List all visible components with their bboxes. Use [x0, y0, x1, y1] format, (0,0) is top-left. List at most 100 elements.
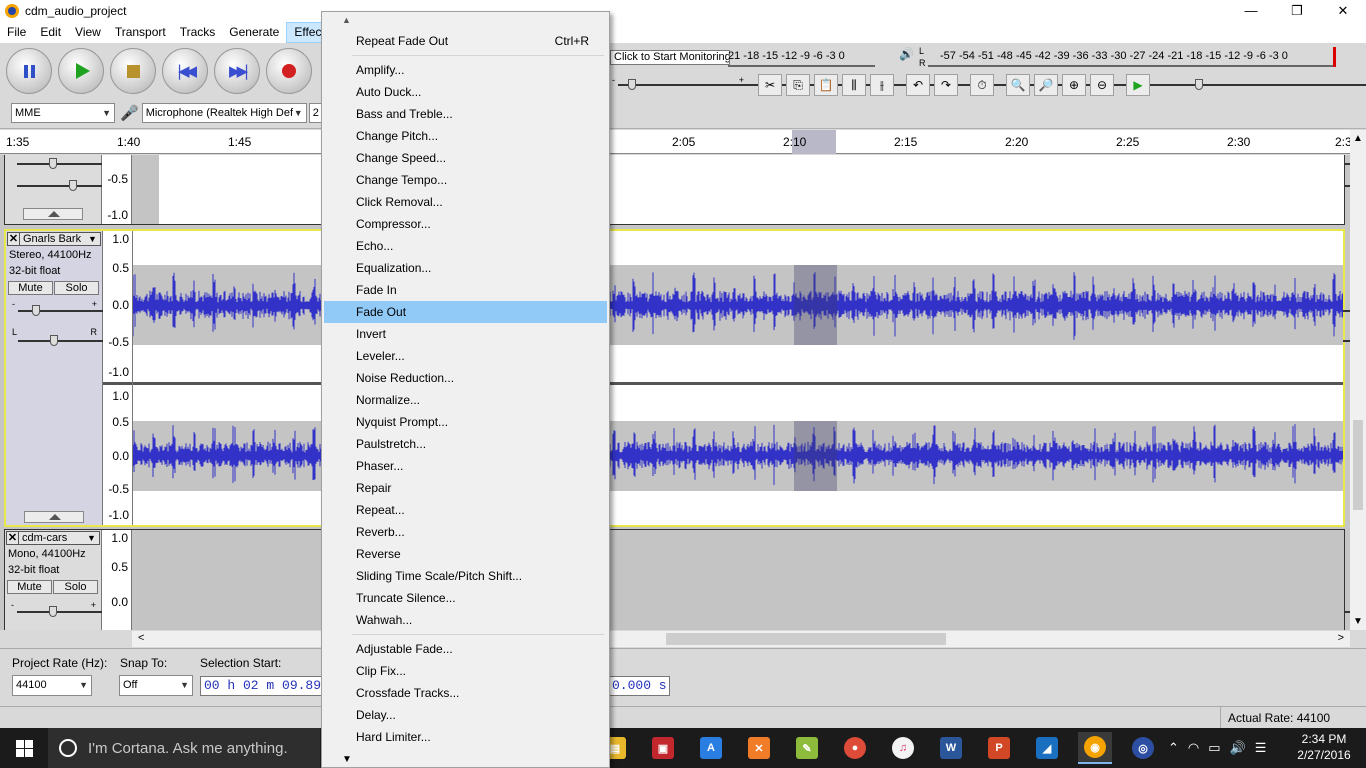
close-button[interactable]: ✕	[1320, 0, 1366, 22]
menu-item-repeat[interactable]: Repeat...	[324, 499, 607, 521]
slider-thumb[interactable]	[49, 606, 57, 617]
menu-file[interactable]: File	[0, 22, 33, 43]
scrollbar-thumb[interactable]	[666, 633, 946, 645]
solo-button[interactable]: Solo	[54, 281, 99, 295]
app-store-icon[interactable]: A	[694, 732, 728, 764]
menu-item-phaser[interactable]: Phaser...	[324, 455, 607, 477]
pause-button[interactable]	[6, 48, 52, 94]
powerpoint-icon[interactable]: P	[982, 732, 1016, 764]
track-name-button[interactable]: ✕ cdm-cars ▼	[6, 531, 100, 545]
scroll-left-icon[interactable]: <	[138, 632, 144, 644]
menu-item-change-speed[interactable]: Change Speed...	[324, 147, 607, 169]
menu-item-delay[interactable]: Delay...	[324, 704, 607, 726]
vpn-icon[interactable]: ◎	[1126, 732, 1160, 764]
selection-start-field[interactable]: 00 h 02 m 09.89	[200, 676, 322, 696]
scroll-up-icon[interactable]: ▲	[1353, 133, 1363, 144]
gain-slider[interactable]: - +	[12, 299, 1350, 317]
close-track-icon[interactable]: ✕	[7, 532, 19, 544]
zoom-in-icon[interactable]: 🔍	[1006, 74, 1030, 96]
menu-transport[interactable]: Transport	[108, 22, 173, 43]
mute-button[interactable]: Mute	[8, 281, 53, 295]
menu-generate[interactable]: Generate	[222, 22, 286, 43]
menu-item-amplify[interactable]: Amplify...	[324, 59, 607, 81]
menu-item-repair[interactable]: Repair	[324, 477, 607, 499]
gain-slider[interactable]: - +	[11, 600, 1350, 618]
menu-item-nyquist-prompt[interactable]: Nyquist Prompt...	[324, 411, 607, 433]
slider-thumb[interactable]	[69, 180, 77, 191]
menu-item-echo[interactable]: Echo...	[324, 235, 607, 257]
menu-item-equalization[interactable]: Equalization...	[324, 257, 607, 279]
menu-item-hard-limiter[interactable]: Hard Limiter...	[324, 726, 607, 748]
itunes-icon[interactable]: ♫	[886, 732, 920, 764]
scroll-right-icon[interactable]: >	[1338, 632, 1344, 644]
menu-item-repeat-fade-out[interactable]: Repeat Fade Out Ctrl+R	[324, 30, 607, 52]
horizontal-scrollbar[interactable]: < >	[132, 631, 1350, 647]
play-button[interactable]	[58, 48, 104, 94]
battery-icon[interactable]: ▭	[1208, 740, 1220, 756]
gain-slider[interactable]	[17, 158, 1350, 170]
collapse-track-button[interactable]	[24, 511, 84, 523]
menu-item-adjustable-fade[interactable]: Adjustable Fade...	[324, 638, 607, 660]
fit-selection-icon[interactable]: ⊕	[1062, 74, 1086, 96]
menu-item-sliding-time-scale-pitch-shift[interactable]: Sliding Time Scale/Pitch Shift...	[324, 565, 607, 587]
waveform-area[interactable]	[132, 155, 1344, 224]
wifi-icon[interactable]: ◠	[1188, 740, 1199, 756]
shark-app-icon[interactable]: ◢	[1030, 732, 1064, 764]
slider-thumb[interactable]	[50, 335, 58, 346]
restore-button[interactable]: ❐	[1274, 0, 1320, 22]
record-button[interactable]	[266, 48, 312, 94]
scrollbar-thumb[interactable]	[1353, 420, 1363, 510]
chevron-up-icon[interactable]: ⌃	[1168, 740, 1179, 756]
mute-button[interactable]: Mute	[7, 580, 52, 594]
cut-icon[interactable]: ✂	[758, 74, 782, 96]
undo-icon[interactable]: ↶	[906, 74, 930, 96]
menu-item-change-tempo[interactable]: Change Tempo...	[324, 169, 607, 191]
recording-device-select[interactable]: Microphone (Realtek High Def ▼	[141, 103, 307, 123]
start-button[interactable]	[0, 728, 48, 768]
solo-button[interactable]: Solo	[53, 580, 98, 594]
volume-icon[interactable]: 🔊	[1230, 740, 1246, 756]
xampp-icon[interactable]: ✕	[742, 732, 776, 764]
track-cdm-cars[interactable]: ✕ cdm-cars ▼ Mono, 44100Hz 32-bit float …	[4, 529, 1350, 630]
paste-icon[interactable]: 📋	[814, 74, 838, 96]
menu-view[interactable]: View	[68, 22, 108, 43]
menu-item-invert[interactable]: Invert	[324, 323, 607, 345]
menu-item-leveler[interactable]: Leveler...	[324, 345, 607, 367]
waveform-area[interactable]	[133, 231, 1343, 525]
menu-item-fade-in[interactable]: Fade In	[324, 279, 607, 301]
menu-edit[interactable]: Edit	[33, 22, 68, 43]
trim-icon[interactable]: ⫼	[842, 74, 866, 96]
menu-tracks[interactable]: Tracks	[173, 22, 223, 43]
menu-item-noise-reduction[interactable]: Noise Reduction...	[324, 367, 607, 389]
recording-volume-slider[interactable]: - +	[612, 75, 1366, 91]
menu-item-fade-out[interactable]: Fade Out	[324, 301, 607, 323]
waveform-area[interactable]	[132, 530, 1344, 630]
scroll-down-icon[interactable]: ▼	[1353, 616, 1363, 627]
play-at-speed-slider[interactable]	[1170, 79, 1366, 91]
menu-item-normalize[interactable]: Normalize...	[324, 389, 607, 411]
minimize-button[interactable]: —	[1228, 0, 1274, 22]
menu-item-paulstretch[interactable]: Paulstretch...	[324, 433, 607, 455]
menu-item-clip-fix[interactable]: Clip Fix...	[324, 660, 607, 682]
skip-to-end-button[interactable]: ▶▶|	[214, 48, 260, 94]
word-icon[interactable]: W	[934, 732, 968, 764]
menu-scroll-down-icon[interactable]: ▼	[342, 754, 352, 765]
menu-item-reverse[interactable]: Reverse	[324, 543, 607, 565]
slider-thumb[interactable]	[49, 158, 57, 169]
track-gnarls-bark[interactable]: ✕ Gnarls Bark ▼ Stereo, 44100Hz 32-bit f…	[4, 229, 1350, 527]
slider-thumb[interactable]	[628, 79, 636, 90]
vertical-scrollbar[interactable]: ▲ ▼	[1350, 130, 1366, 630]
menu-item-bass-and-treble[interactable]: Bass and Treble...	[324, 103, 607, 125]
zoom-out-icon[interactable]: 🔎	[1034, 74, 1058, 96]
pan-slider[interactable]: LR	[12, 327, 1350, 347]
play-at-speed-icon[interactable]: ▶	[1126, 74, 1150, 96]
menu-item-wahwah[interactable]: Wahwah...	[324, 609, 607, 631]
pan-slider[interactable]	[17, 180, 1350, 192]
close-track-icon[interactable]: ✕	[8, 233, 20, 245]
timeline-ruler[interactable]: 1:35 1:40 1:45 2:05 2:10 2:15 2:20 2:25 …	[0, 130, 1358, 154]
project-rate-select[interactable]: 44100 ▼	[12, 675, 92, 696]
audacity-taskbar-icon[interactable]: ◉	[1078, 732, 1112, 764]
menu-scroll-up-icon[interactable]: ▲	[342, 15, 351, 25]
menu-item-auto-duck[interactable]: Auto Duck...	[324, 81, 607, 103]
notifications-icon[interactable]: ☰	[1255, 740, 1267, 756]
